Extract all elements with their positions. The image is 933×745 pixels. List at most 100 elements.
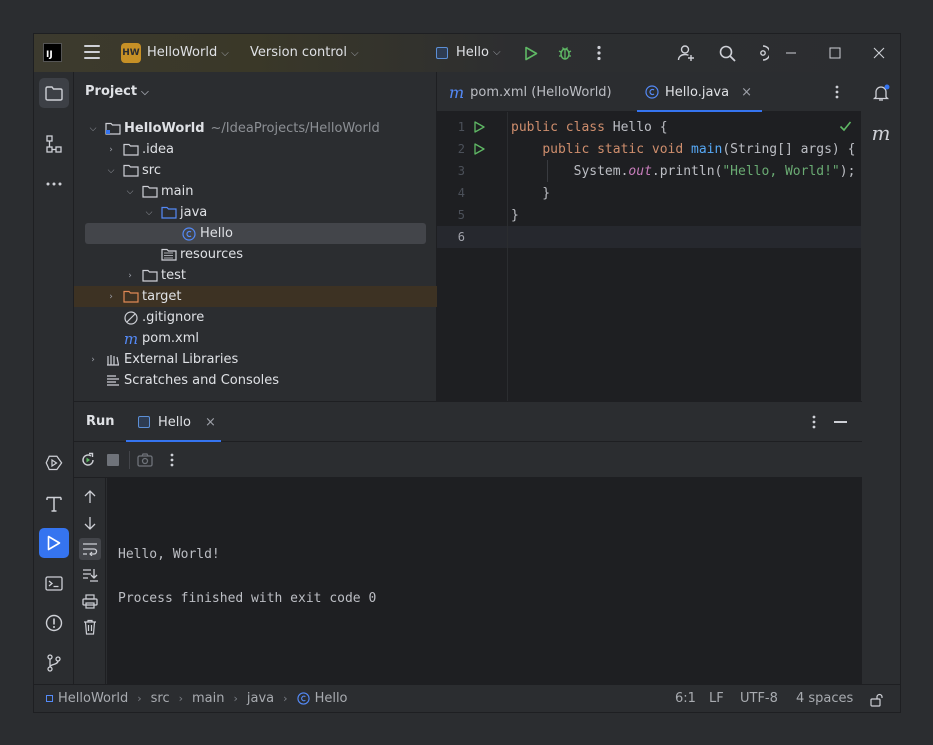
tree-label: .idea <box>142 142 174 157</box>
chevron-down-icon[interactable]: ⌵ <box>143 208 155 218</box>
class-icon <box>181 226 197 241</box>
chevron-down-icon: ⌵ <box>492 47 501 58</box>
debug-icon[interactable] <box>556 44 574 62</box>
screenshot-icon[interactable] <box>137 453 153 471</box>
tree-item-helloworld[interactable]: ⌵ HelloWorld ~/IdeaProjects/HelloWorld <box>74 118 437 139</box>
tree-item-main[interactable]: ⌵ main <box>74 181 437 202</box>
run-gutter-icon[interactable] <box>473 121 485 133</box>
breadcrumb-item[interactable]: src <box>151 691 170 706</box>
print-icon[interactable] <box>79 590 101 612</box>
stop-icon[interactable] <box>107 454 119 466</box>
tab-pom-xml[interactable]: m pom.xml (HelloWorld) <box>449 72 612 112</box>
rerun-icon[interactable] <box>80 452 96 472</box>
maven-tool-icon[interactable]: m <box>866 118 896 148</box>
tree-item-idea[interactable]: › .idea <box>74 139 437 160</box>
code-line: 1 public class Hello { <box>437 116 861 138</box>
breadcrumb-item[interactable]: main <box>192 691 224 706</box>
breadcrumb: HelloWorld › src › main › java › Hello <box>46 691 348 706</box>
intellij-logo-icon[interactable]: IJ <box>43 43 62 62</box>
add-user-icon[interactable] <box>677 44 695 62</box>
clear-all-icon[interactable] <box>79 616 101 638</box>
close-icon[interactable] <box>870 44 888 62</box>
chevron-right-icon[interactable]: › <box>87 355 99 365</box>
more-actions-icon[interactable] <box>170 453 174 471</box>
chevron-right-icon[interactable]: › <box>105 145 117 155</box>
editor-tabs-more-icon[interactable] <box>835 72 839 112</box>
project-tool-icon[interactable] <box>39 78 69 108</box>
tree-label: main <box>161 184 194 199</box>
breadcrumb-item[interactable]: java <box>247 691 274 706</box>
hide-panel-icon[interactable] <box>834 421 847 423</box>
minimize-icon[interactable] <box>782 44 800 62</box>
caret-position[interactable]: 6:1 <box>675 691 696 706</box>
tab-label: Hello.java <box>665 84 730 100</box>
notifications-icon[interactable] <box>866 78 896 108</box>
class-icon <box>645 85 659 99</box>
file-encoding[interactable]: UTF-8 <box>740 691 778 706</box>
run-tab-hello[interactable]: Hello × <box>126 402 221 442</box>
tree-item-gitignore[interactable]: .gitignore <box>74 307 437 328</box>
run-panel-options-icon[interactable] <box>812 415 816 433</box>
project-panel: Project ⌵ ⌵ HelloWorld ~/IdeaProjects/Hel… <box>74 72 437 401</box>
run-tool-icon[interactable] <box>39 528 69 558</box>
tree-label: target <box>142 289 182 304</box>
line-number: 4 <box>457 186 465 200</box>
tree-item-scratches[interactable]: Scratches and Consoles <box>74 370 437 391</box>
close-tab-icon[interactable]: × <box>205 415 216 430</box>
project-panel-header[interactable]: Project ⌵ <box>85 84 149 99</box>
terminal-tool-icon[interactable] <box>39 568 69 598</box>
search-icon[interactable] <box>718 44 736 62</box>
tree-item-test[interactable]: › test <box>74 265 437 286</box>
more-tools-icon[interactable] <box>39 169 69 199</box>
services-tool-icon[interactable] <box>39 448 69 478</box>
tree-label: Scratches and Consoles <box>124 373 280 388</box>
main-menu-icon[interactable] <box>84 45 100 59</box>
console-output[interactable]: Hello, World! Process finished with exit… <box>107 478 862 685</box>
tree-item-target[interactable]: › target <box>74 286 437 307</box>
tree-item-src[interactable]: ⌵ src <box>74 160 437 181</box>
tree-item-java[interactable]: ⌵ java <box>74 202 437 223</box>
problems-tool-icon[interactable] <box>39 608 69 638</box>
project-switcher[interactable]: HelloWorld ⌵ <box>147 45 229 60</box>
soft-wrap-icon[interactable] <box>79 538 101 560</box>
run-icon[interactable] <box>522 44 540 62</box>
inspection-ok-icon[interactable] <box>839 120 852 136</box>
run-gutter-icon[interactable] <box>473 143 485 155</box>
scroll-up-icon[interactable] <box>79 486 101 508</box>
title-bar: IJ HW HelloWorld ⌵ Version control ⌵ Hello… <box>34 34 900 72</box>
lock-icon[interactable] <box>870 693 884 711</box>
tree-item-external-libraries[interactable]: › External Libraries <box>74 349 437 370</box>
maximize-icon[interactable] <box>826 44 844 62</box>
close-tab-icon[interactable]: × <box>741 85 752 100</box>
tree-item-resources[interactable]: resources <box>74 244 437 265</box>
run-panel: Run Hello × Hello, World! Process finish… <box>74 401 862 685</box>
chevron-right-icon[interactable]: › <box>105 292 117 302</box>
project-badge[interactable]: HW <box>121 43 141 63</box>
tree-label: src <box>142 163 161 178</box>
maven-icon: m <box>123 329 139 348</box>
chevron-down-icon[interactable]: ⌵ <box>87 124 99 134</box>
chevron-down-icon[interactable]: ⌵ <box>105 166 117 176</box>
tab-hello-java[interactable]: Hello.java × <box>637 72 762 112</box>
indent-setting[interactable]: 4 spaces <box>796 691 853 706</box>
line-number: 3 <box>457 164 465 178</box>
settings-icon[interactable] <box>754 44 772 62</box>
tree-label: HelloWorld <box>124 121 205 136</box>
breadcrumb-item[interactable]: HelloWorld <box>58 691 128 706</box>
code-editor[interactable]: 1 public class Hello { 2 public static v… <box>437 112 861 401</box>
structure-tool-icon[interactable] <box>39 129 69 159</box>
tree-item-pom[interactable]: m pom.xml <box>74 328 437 349</box>
run-configuration-selector[interactable]: Hello ⌵ <box>436 45 501 60</box>
chevron-right-icon[interactable]: › <box>124 271 136 281</box>
chevron-down-icon[interactable]: ⌵ <box>124 187 136 197</box>
git-tool-icon[interactable] <box>39 648 69 678</box>
scroll-to-end-icon[interactable] <box>79 564 101 586</box>
build-tool-icon[interactable] <box>39 488 69 518</box>
more-actions-icon[interactable] <box>590 44 608 62</box>
scroll-down-icon[interactable] <box>79 512 101 534</box>
tree-item-hello[interactable]: Hello <box>85 223 426 244</box>
line-separator[interactable]: LF <box>709 691 724 706</box>
code-text: System.out.println("Hello, World!"); <box>573 163 856 179</box>
version-control-widget[interactable]: Version control ⌵ <box>250 45 359 60</box>
breadcrumb-item[interactable]: Hello <box>315 691 348 706</box>
